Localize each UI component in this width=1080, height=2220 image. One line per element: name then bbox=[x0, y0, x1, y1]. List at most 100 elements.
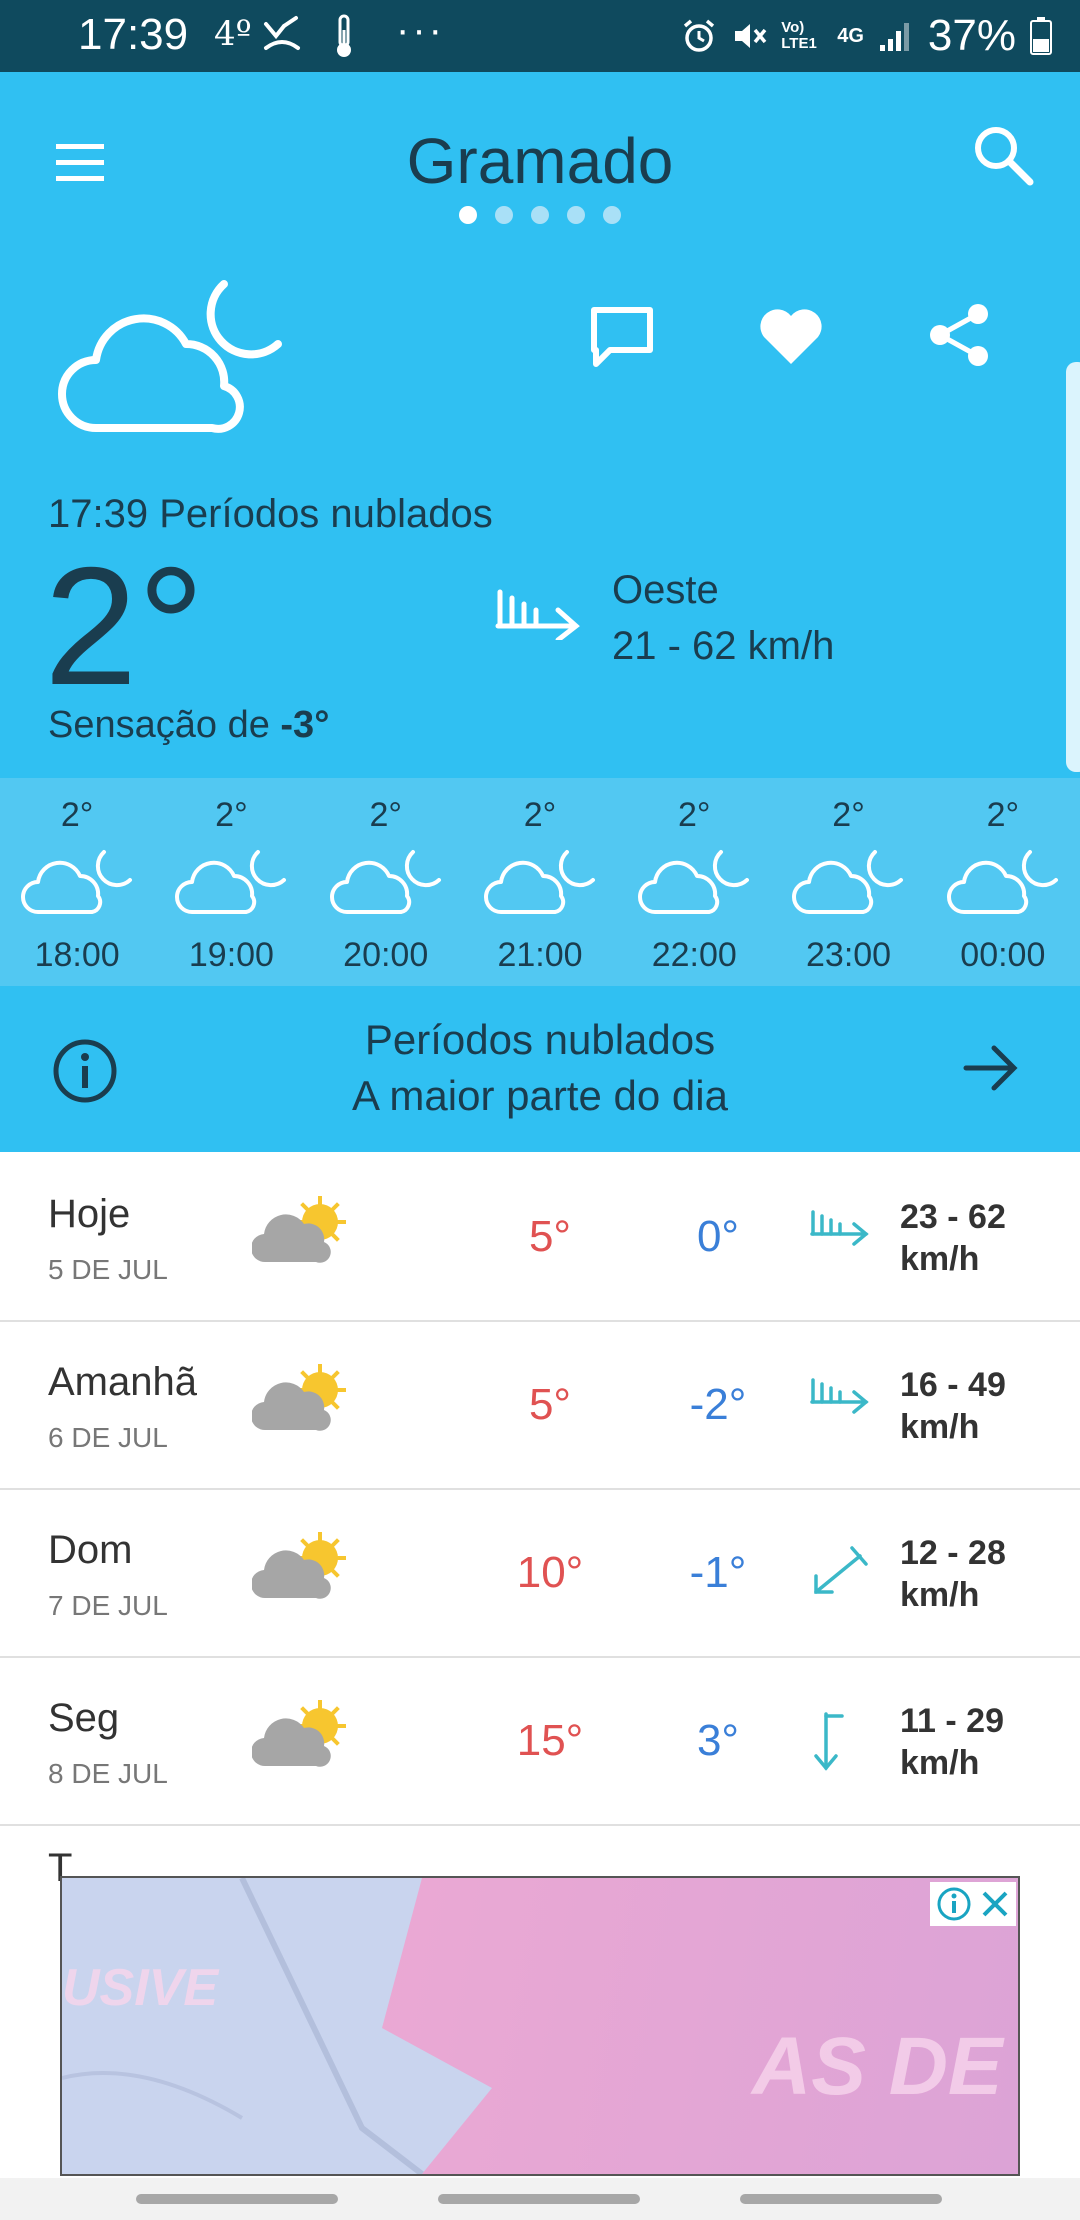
hour-item[interactable]: 2° 00:00 bbox=[926, 778, 1080, 986]
hour-item[interactable]: 2° 19:00 bbox=[154, 778, 308, 986]
page-dot[interactable] bbox=[603, 206, 621, 224]
wind-unit: km/h bbox=[900, 1240, 980, 1278]
page-dot[interactable] bbox=[567, 206, 585, 224]
status-temp-indicator: 4º bbox=[214, 14, 252, 54]
ad-info-icon bbox=[937, 1887, 971, 1921]
daily-row[interactable]: Seg 8 DE JUL 15° 3° 11 - 29 km/h bbox=[0, 1658, 1080, 1826]
nav-home-button[interactable] bbox=[438, 2194, 640, 2204]
page-dot[interactable] bbox=[495, 206, 513, 224]
comment-button[interactable] bbox=[588, 304, 656, 373]
current-weather-header: Gramado 17:39 Períodos nublados 2° Sensa… bbox=[0, 72, 1080, 778]
min-temperature: 0° bbox=[696, 1212, 740, 1261]
day-name: Dom bbox=[48, 1528, 133, 1572]
day-wind: 23 - 62 km/h bbox=[900, 1196, 1006, 1280]
max-temperature: 5° bbox=[528, 1212, 572, 1261]
arrow-right-icon[interactable] bbox=[962, 1038, 1022, 1103]
volte-label: Vo) LTE1 bbox=[781, 19, 817, 52]
status-right-icons: Vo) LTE1 4G 37% bbox=[681, 8, 1052, 64]
hour-temp: 2° bbox=[523, 796, 557, 834]
day-date: 6 DE JUL bbox=[48, 1422, 168, 1453]
city-title[interactable]: Gramado bbox=[0, 124, 1080, 198]
wind-southwest-icon bbox=[808, 1542, 872, 1603]
day-name: Seg bbox=[48, 1696, 120, 1740]
wind-west-icon bbox=[494, 588, 582, 645]
current-temperature: 2° bbox=[44, 532, 205, 720]
share-icon bbox=[930, 304, 988, 366]
wind-unit: km/h bbox=[900, 1576, 980, 1614]
cloudy-night-icon bbox=[174, 848, 290, 923]
partly-cloudy-icon bbox=[250, 1364, 352, 1439]
share-button[interactable] bbox=[928, 302, 992, 373]
nav-recents-button[interactable] bbox=[136, 2194, 338, 2204]
status-left-icons bbox=[262, 14, 382, 65]
nav-back-button[interactable] bbox=[740, 2194, 942, 2204]
ad-choices[interactable] bbox=[930, 1882, 1016, 1926]
wind-range: 12 - 28 bbox=[900, 1534, 1006, 1572]
ad-text-right: AS DE bbox=[752, 2021, 1003, 2112]
page-dot[interactable] bbox=[531, 206, 549, 224]
cloudy-night-icon bbox=[20, 848, 136, 923]
missed-call-icon bbox=[264, 16, 300, 50]
min-temperature: -1° bbox=[689, 1548, 747, 1597]
day-name: Hoje bbox=[48, 1192, 131, 1236]
heart-icon bbox=[760, 309, 822, 364]
close-icon bbox=[982, 1891, 1008, 1917]
chat-bubble-icon bbox=[591, 307, 653, 367]
cloudy-night-icon bbox=[637, 848, 753, 923]
summary-subtitle: A maior parte do dia bbox=[352, 1072, 728, 1119]
search-button[interactable] bbox=[968, 120, 1040, 192]
status-more: ··· bbox=[396, 8, 445, 52]
wind-range: 23 - 62 bbox=[900, 1198, 1006, 1236]
feels-like-label: Sensação de bbox=[48, 704, 281, 746]
hour-item[interactable]: 2° 18:00 bbox=[0, 778, 154, 986]
system-nav-bar bbox=[0, 2178, 1080, 2220]
status-bar: 17:39 4º ··· Vo) LTE1 4G 37% bbox=[0, 0, 1080, 72]
hourly-forecast[interactable]: 2° 18:00 2° 19:00 2° 20:00 2° 21:00 2° 22:00 2° 23:… bbox=[0, 778, 1080, 986]
hour-item[interactable]: 2° 21:00 bbox=[463, 778, 617, 986]
min-temperature: -2° bbox=[689, 1380, 747, 1429]
side-panel-handle[interactable] bbox=[1066, 362, 1080, 772]
tshirt-image bbox=[62, 1878, 492, 2174]
partly-cloudy-icon bbox=[250, 1700, 352, 1775]
network-label: 4G bbox=[837, 24, 864, 47]
day-date: 7 DE JUL bbox=[48, 1590, 168, 1621]
summary-title: Períodos nublados bbox=[364, 1016, 716, 1063]
page-dot[interactable] bbox=[459, 206, 477, 224]
location-pager[interactable] bbox=[0, 206, 1080, 224]
cloudy-night-icon bbox=[329, 848, 445, 923]
hour-temp: 2° bbox=[832, 796, 865, 834]
day-date: 8 DE JUL bbox=[48, 1758, 168, 1789]
daily-row[interactable]: Amanhã 6 DE JUL 5° -2° 16 - 49 km/h bbox=[0, 1322, 1080, 1490]
min-temperature: 3° bbox=[696, 1716, 740, 1765]
daily-row[interactable]: Hoje 5 DE JUL 5° 0° 23 - 62 km/h bbox=[0, 1154, 1080, 1322]
daily-summary[interactable]: Períodos nublados A maior parte do dia bbox=[0, 986, 1080, 1152]
partly-cloudy-icon bbox=[250, 1196, 352, 1271]
hour-time: 23:00 bbox=[806, 936, 892, 974]
hour-item[interactable]: 2° 20:00 bbox=[309, 778, 463, 986]
alarm-icon bbox=[684, 19, 715, 52]
cloudy-night-icon bbox=[946, 848, 1062, 923]
thermometer-icon bbox=[337, 14, 351, 57]
hour-item[interactable]: 2° 23:00 bbox=[771, 778, 925, 986]
daily-row[interactable]: Dom 7 DE JUL 10° -1° 12 - 28 km/h bbox=[0, 1490, 1080, 1658]
partly-cloudy-icon bbox=[250, 1532, 352, 1607]
hour-time: 00:00 bbox=[960, 936, 1046, 974]
hour-time: 20:00 bbox=[343, 936, 429, 974]
hour-temp: 2° bbox=[678, 796, 711, 834]
day-wind: 16 - 49 km/h bbox=[900, 1364, 1006, 1448]
battery-percent: 37% bbox=[927, 11, 1016, 60]
hour-item[interactable]: 2° 22:00 bbox=[617, 778, 771, 986]
favorite-button[interactable] bbox=[758, 306, 824, 371]
hour-time: 22:00 bbox=[651, 936, 737, 974]
hour-time: 19:00 bbox=[188, 936, 274, 974]
max-temperature: 5° bbox=[528, 1380, 572, 1429]
advertisement-banner[interactable]: USIVE AS DE bbox=[60, 1876, 1020, 2176]
mute-icon bbox=[735, 24, 767, 48]
wind-range: 11 - 29 bbox=[900, 1702, 1004, 1740]
hour-temp: 2° bbox=[986, 796, 1020, 834]
wind-west-icon bbox=[808, 1374, 872, 1419]
day-wind: 11 - 29 km/h bbox=[900, 1700, 1004, 1784]
wind-direction: Oeste bbox=[612, 568, 719, 612]
status-time: 17:39 bbox=[78, 10, 189, 59]
feels-like: Sensação de -3° bbox=[48, 704, 329, 747]
